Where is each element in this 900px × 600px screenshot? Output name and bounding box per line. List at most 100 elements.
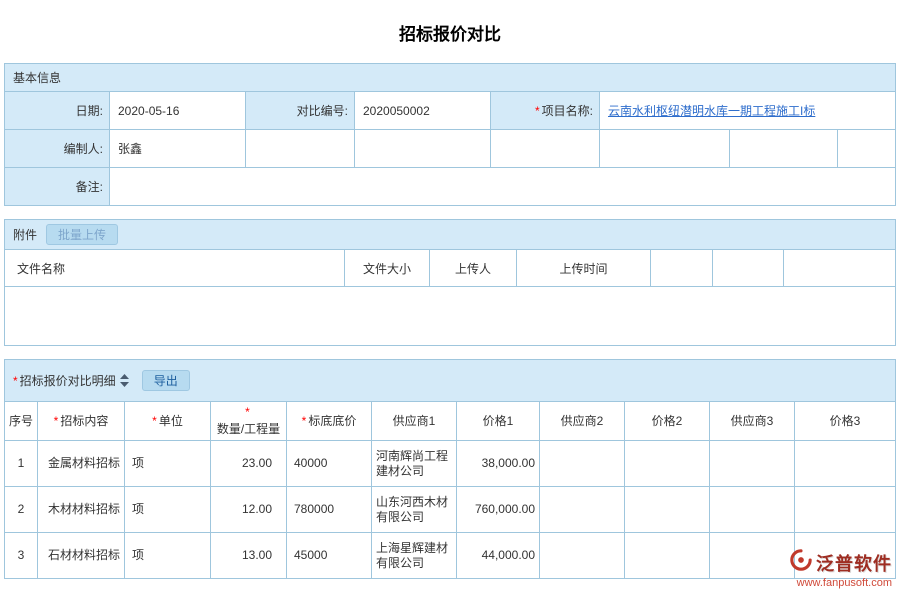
col-label: 供应商1	[393, 414, 436, 429]
col-base-price: *标底底价	[287, 402, 372, 440]
form-row-1: 日期: 2020-05-16 对比编号: 2020050002 *项目名称: 云…	[5, 92, 895, 130]
col-label: 标底底价	[308, 414, 356, 429]
cell-seq: 1	[5, 441, 38, 486]
author-value: 张鑫	[110, 130, 246, 167]
attachments-header: 附件 批量上传	[5, 220, 895, 250]
required-mark: *	[54, 414, 59, 429]
detail-title: 招标报价对比明细	[20, 372, 116, 389]
cell-content: 石材材料招标	[38, 533, 125, 578]
date-label: 日期:	[5, 92, 110, 129]
vendor-logo: 泛普软件 www.fanpusoft.com	[790, 549, 892, 589]
basic-info-title: 基本信息	[13, 69, 61, 86]
attachment-empty-area	[5, 287, 895, 345]
form-row-3: 备注:	[5, 168, 895, 205]
col-label: 价格2	[652, 414, 683, 429]
basic-info-header: 基本信息	[5, 64, 895, 92]
col-label: 价格1	[483, 414, 514, 429]
cell-supplier3	[710, 487, 795, 532]
project-name-label-text: 项目名称:	[542, 102, 593, 119]
required-mark: *	[13, 374, 18, 388]
page-title: 招标报价对比	[0, 0, 900, 63]
cell-quantity: 12.00	[211, 487, 287, 532]
col-empty-2	[713, 250, 784, 286]
col-unit: *单位	[125, 402, 211, 440]
required-mark: *	[245, 405, 250, 420]
col-uploader: 上传人	[430, 250, 517, 286]
project-name-label: *项目名称:	[491, 92, 600, 129]
col-label: 单位	[159, 414, 183, 429]
project-name-link[interactable]: 云南水利枢纽潜明水库一期工程施工I标	[608, 102, 815, 119]
vendor-url: www.fanpusoft.com	[797, 577, 892, 589]
cell-content: 木材材料招标	[38, 487, 125, 532]
cell-price2	[625, 487, 710, 532]
table-row: 1 金属材料招标 项 23.00 40000 河南辉尚工程建材公司 38,000…	[5, 441, 895, 487]
detail-panel: * 招标报价对比明细 导出 序号 *招标内容 *单位 *数量/工程量 *标底底价…	[4, 359, 896, 579]
col-empty-3	[784, 250, 895, 286]
required-mark: *	[535, 104, 540, 118]
col-file-size: 文件大小	[345, 250, 430, 286]
detail-table-header: 序号 *招标内容 *单位 *数量/工程量 *标底底价 供应商1 价格1 供应商2…	[5, 402, 895, 441]
col-label: 供应商2	[561, 414, 604, 429]
cell-content: 金属材料招标	[38, 441, 125, 486]
cell-supplier2	[540, 533, 625, 578]
col-label: 招标内容	[60, 414, 108, 429]
empty-cell	[246, 130, 355, 167]
col-content: *招标内容	[38, 402, 125, 440]
cell-supplier1: 上海星辉建材有限公司	[372, 533, 457, 578]
col-file-name: 文件名称	[5, 250, 345, 286]
col-price2: 价格2	[625, 402, 710, 440]
cell-seq: 3	[5, 533, 38, 578]
cell-base-price: 40000	[287, 441, 372, 486]
date-value: 2020-05-16	[110, 92, 246, 129]
cell-price2	[625, 533, 710, 578]
col-label: 序号	[9, 414, 33, 429]
col-price1: 价格1	[457, 402, 540, 440]
col-quantity: * 数量/工程量	[211, 402, 287, 440]
remark-label: 备注:	[5, 168, 110, 205]
col-supplier1: 供应商1	[372, 402, 457, 440]
remark-value	[110, 168, 895, 205]
col-price3: 价格3	[795, 402, 895, 440]
batch-upload-button[interactable]: 批量上传	[46, 224, 118, 245]
cell-unit: 项	[125, 487, 211, 532]
table-row: 2 木材材料招标 项 12.00 780000 山东河西木材有限公司 760,0…	[5, 487, 895, 533]
compare-no-value: 2020050002	[355, 92, 491, 129]
required-mark: *	[152, 414, 157, 429]
table-row: 3 石材材料招标 项 13.00 45000 上海星辉建材有限公司 44,000…	[5, 533, 895, 578]
empty-cell	[730, 130, 838, 167]
cell-supplier3	[710, 533, 795, 578]
empty-cell-group	[600, 130, 895, 167]
col-seq: 序号	[5, 402, 38, 440]
author-label: 编制人:	[5, 130, 110, 167]
cell-quantity: 13.00	[211, 533, 287, 578]
fanpu-swirl-icon	[790, 549, 812, 576]
col-label: 供应商3	[731, 414, 774, 429]
attachment-table-header: 文件名称 文件大小 上传人 上传时间	[5, 250, 895, 287]
vendor-name: 泛普软件	[816, 550, 892, 576]
attachments-panel: 附件 批量上传 文件名称 文件大小 上传人 上传时间	[4, 219, 896, 346]
col-upload-time: 上传时间	[517, 250, 651, 286]
attachments-title: 附件	[13, 226, 37, 243]
compare-no-label: 对比编号:	[246, 92, 355, 129]
col-label: 价格3	[830, 414, 861, 429]
cell-supplier1: 山东河西木材有限公司	[372, 487, 457, 532]
sort-icon[interactable]	[120, 374, 129, 387]
cell-unit: 项	[125, 441, 211, 486]
cell-unit: 项	[125, 533, 211, 578]
cell-base-price: 45000	[287, 533, 372, 578]
required-mark: *	[302, 414, 307, 429]
col-label: 数量/工程量	[217, 422, 280, 437]
col-supplier2: 供应商2	[540, 402, 625, 440]
export-button[interactable]: 导出	[142, 370, 190, 391]
empty-cell	[355, 130, 491, 167]
empty-cell	[838, 130, 895, 167]
cell-price3	[795, 487, 895, 532]
form-row-2: 编制人: 张鑫	[5, 130, 895, 168]
cell-seq: 2	[5, 487, 38, 532]
empty-cell	[600, 130, 730, 167]
cell-supplier2	[540, 441, 625, 486]
col-empty-1	[651, 250, 713, 286]
cell-supplier1: 河南辉尚工程建材公司	[372, 441, 457, 486]
cell-price2	[625, 441, 710, 486]
basic-info-panel: 基本信息 日期: 2020-05-16 对比编号: 2020050002 *项目…	[4, 63, 896, 206]
